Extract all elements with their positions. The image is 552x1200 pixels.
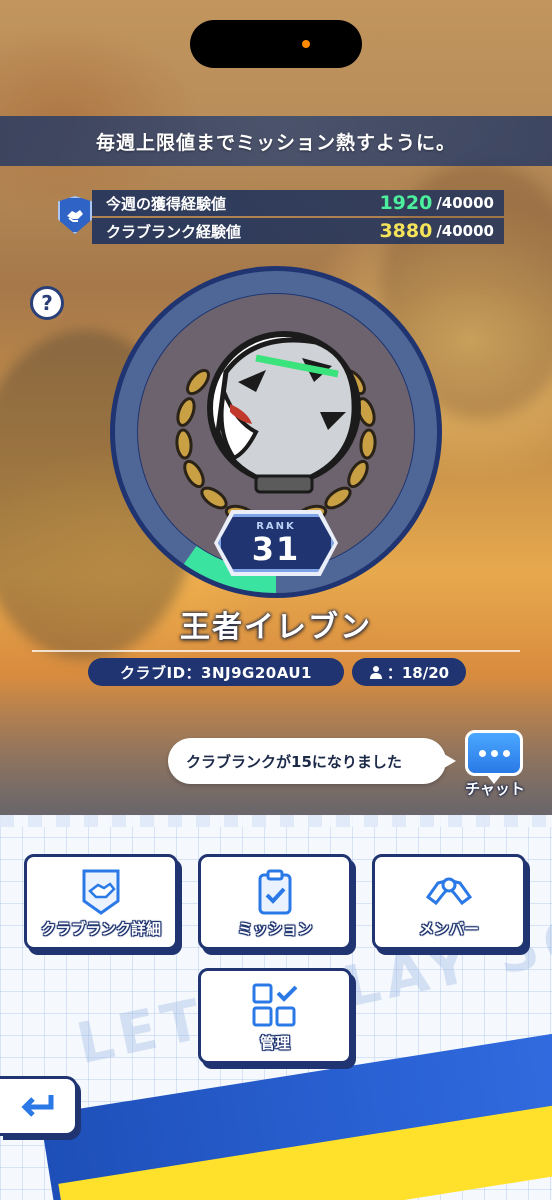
chat-label: チャット (465, 780, 525, 798)
chat-preview-bubble[interactable]: クラブランクが15になりました (168, 738, 456, 784)
back-button[interactable] (0, 1076, 78, 1136)
clipboard-check-icon (258, 869, 292, 915)
weekly-exp-max: /40000 (436, 194, 494, 212)
help-icon: ? (41, 291, 53, 315)
dynamic-island (190, 20, 362, 68)
weekly-exp-value: 1920 (379, 192, 433, 214)
return-arrow-icon (20, 1095, 53, 1117)
banner-text: 毎週上限値までミッション熱すように。 (95, 131, 456, 154)
person-icon (369, 666, 382, 679)
mission-label: ミッション (237, 920, 313, 938)
manage-label: 管理 (259, 1034, 290, 1052)
club-rank-detail-button[interactable]: クラブランク詳細 (24, 854, 178, 950)
chat-icon (465, 730, 523, 776)
divider (32, 650, 520, 652)
member-button[interactable]: メンバー (372, 854, 526, 950)
grid-check-icon (252, 983, 298, 1027)
chat-preview-text: クラブランクが15になりました (186, 752, 402, 771)
help-button[interactable]: ? (30, 286, 64, 320)
manage-button[interactable]: 管理 (198, 968, 352, 1064)
exp-panel: 今週の獲得経験値 1920 /40000 クラブランク経験値 3880 /400… (92, 190, 504, 244)
club-rank-detail-label: クラブランク詳細 (40, 920, 161, 938)
club-id-text: クラブID：3NJ9G20AU1 (120, 663, 312, 682)
arm-wrestle-icon (425, 877, 473, 906)
club-name: 王者イレブン (180, 610, 372, 645)
rank-exp-label: クラブランク経験値 (106, 222, 242, 241)
rank-exp-max: /40000 (436, 222, 494, 240)
weekly-exp-row: 今週の獲得経験値 1920 /40000 (92, 190, 504, 216)
member-label: メンバー (418, 920, 479, 938)
header-banner: 毎週上限値までミッション熱すように。 (0, 116, 552, 166)
rank-badge: RANK 31 (218, 514, 334, 572)
weekly-exp-label: 今週の獲得経験値 (106, 194, 227, 213)
member-count-pill: ：18/20 (352, 658, 466, 686)
chat-button[interactable]: チャット (458, 726, 532, 802)
member-count: ：18/20 (386, 663, 450, 682)
rank-exp-value: 3880 (379, 220, 433, 242)
rank-number: 31 (251, 530, 301, 568)
rank-exp-row: クラブランク経験値 3880 /40000 (92, 218, 504, 244)
mission-button[interactable]: ミッション (198, 854, 352, 950)
handshake-badge-icon (82, 869, 120, 915)
club-id-pill: クラブID：3NJ9G20AU1 (88, 658, 344, 686)
